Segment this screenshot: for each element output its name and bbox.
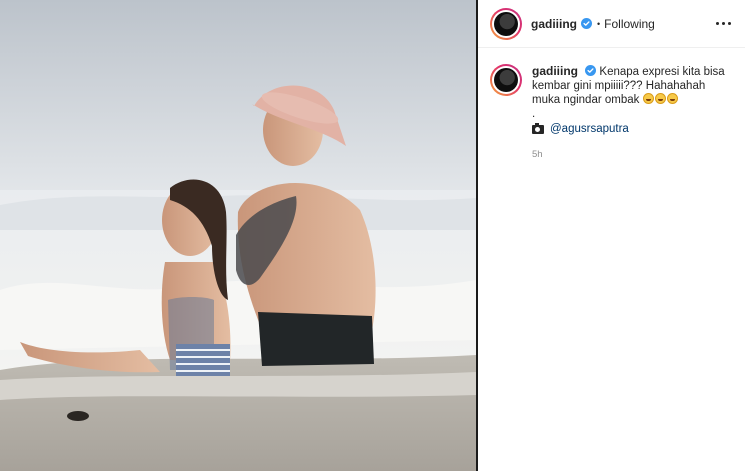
author-avatar[interactable] <box>490 7 522 40</box>
credit-mention-link[interactable]: @agusrsaputra <box>550 122 629 136</box>
rofl-emoji <box>666 93 678 104</box>
caption-body: gadiiing Kenapa expresi kita bisa kembar… <box>532 64 729 162</box>
avatar-image <box>494 11 518 36</box>
beach-photo-illustration <box>0 0 476 471</box>
post-header: gadiiing • Following <box>478 0 745 48</box>
more-options-icon[interactable] <box>711 12 735 36</box>
photo-credit: @agusrsaputra <box>532 122 729 136</box>
caption-text-line-1: Kenapa expresi kita bisa <box>599 66 725 78</box>
author-username[interactable]: gadiiing <box>531 17 577 31</box>
post-sidebar: gadiiing • Following gadiiing Kenapa exp… <box>478 0 745 471</box>
caption-text-line-3-text: muka ngindar ombak <box>532 94 640 106</box>
caption-username[interactable]: gadiiing <box>532 64 578 78</box>
caption-text-line-3: muka ngindar ombak <box>532 93 729 107</box>
post-timestamp[interactable]: 5h <box>532 148 729 162</box>
following-button[interactable]: Following <box>604 17 655 31</box>
avatar-image <box>494 68 518 92</box>
verified-badge-icon <box>581 18 592 29</box>
post-photo[interactable] <box>0 0 476 471</box>
caption-text-line-2: kembar gini mpiiiii??? Hahahahah <box>532 80 706 92</box>
separator-dot: • <box>597 18 601 29</box>
caption-comment: gadiiing Kenapa expresi kita bisa kembar… <box>478 48 745 162</box>
caption-avatar[interactable] <box>490 64 522 96</box>
rofl-emoji <box>642 93 654 104</box>
camera-icon <box>532 122 544 134</box>
verified-badge-icon <box>585 65 597 76</box>
caption-separator: . <box>532 108 536 120</box>
rofl-emoji <box>654 93 666 104</box>
instagram-post: gadiiing • Following gadiiing Kenapa exp… <box>0 0 745 471</box>
